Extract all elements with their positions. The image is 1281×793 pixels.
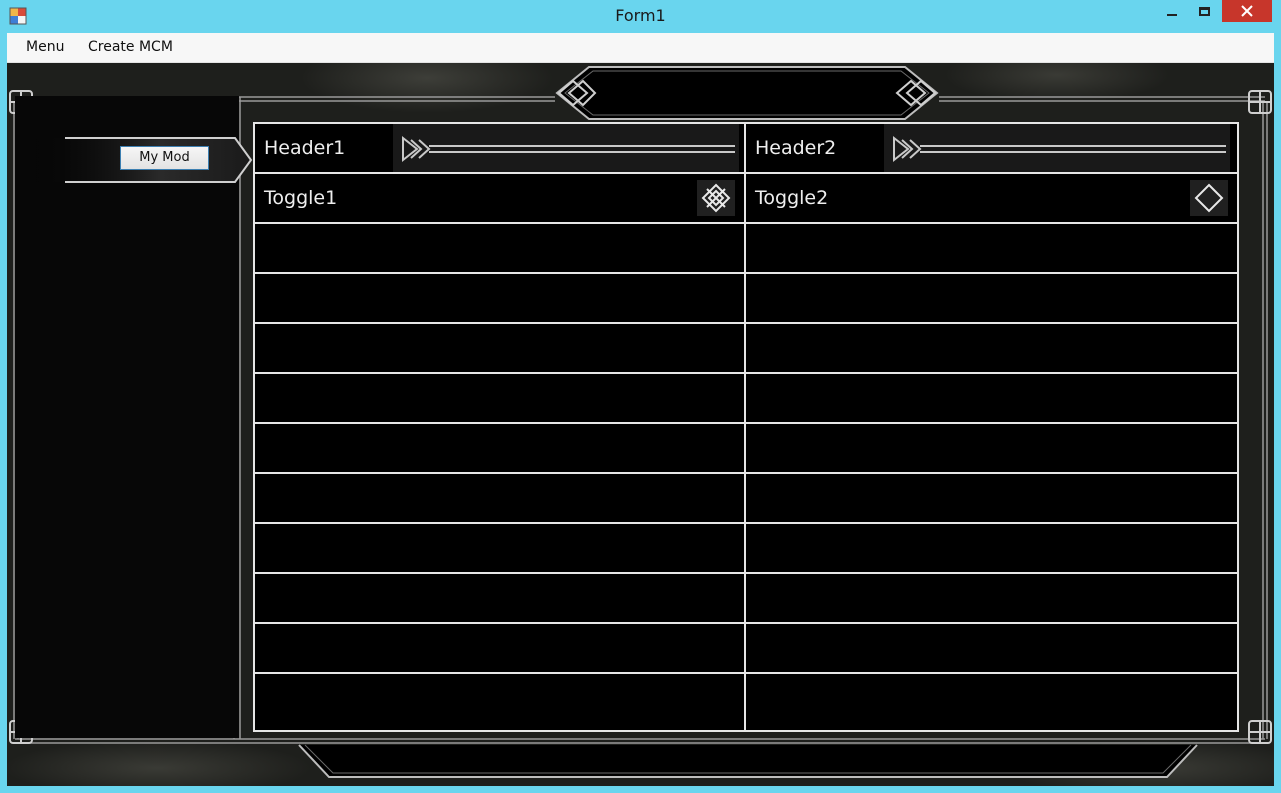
grid-row: Header1 Header2	[255, 124, 1237, 174]
client-area: My Mod Header1 Header2 Toggle1 Toggle2	[7, 63, 1274, 786]
grid-row	[255, 274, 1237, 324]
grid-cell-empty[interactable]	[746, 324, 1237, 372]
header1-label: Header1	[264, 137, 346, 159]
grid-cell-empty[interactable]	[746, 374, 1237, 422]
title-bar[interactable]: Form1	[0, 0, 1281, 32]
grid-cell-empty[interactable]	[255, 574, 746, 622]
mod-list-panel	[15, 96, 239, 738]
grid-cell-empty[interactable]	[255, 624, 746, 672]
grid-row	[255, 524, 1237, 574]
grid-row	[255, 474, 1237, 524]
header-knot-icon	[893, 135, 1226, 163]
application-window: Form1 Menu Create MCM My Mod Header1 Hea…	[0, 0, 1281, 793]
minimize-button[interactable]	[1156, 0, 1188, 22]
grid-row	[255, 374, 1237, 424]
maximize-button[interactable]	[1188, 0, 1220, 22]
menu-item-menu[interactable]: Menu	[16, 33, 74, 62]
window-title: Form1	[615, 6, 666, 25]
settings-grid: Header1 Header2 Toggle1 Toggle2	[253, 122, 1239, 732]
menu-bar: Menu Create MCM	[7, 33, 1274, 63]
toggle1-label: Toggle1	[264, 187, 338, 209]
toggle-unchecked-icon	[1194, 183, 1224, 213]
toggle2-checkbox[interactable]	[1190, 180, 1228, 216]
grid-cell-empty[interactable]	[255, 424, 746, 472]
header-divider	[393, 124, 739, 172]
minimize-icon	[1167, 14, 1177, 16]
maximize-icon	[1198, 6, 1210, 16]
grid-cell-empty[interactable]	[746, 524, 1237, 572]
menu-item-create-mcm[interactable]: Create MCM	[78, 33, 183, 62]
toggle1-checkbox[interactable]	[697, 180, 735, 216]
grid-cell-empty[interactable]	[746, 574, 1237, 622]
close-icon	[1241, 5, 1253, 17]
my-mod-button[interactable]: My Mod	[120, 146, 209, 170]
grid-cell-toggle1[interactable]: Toggle1	[255, 174, 746, 222]
grid-cell-empty[interactable]	[746, 674, 1237, 730]
close-button[interactable]	[1222, 0, 1272, 22]
grid-cell-empty[interactable]	[255, 274, 746, 322]
grid-row	[255, 424, 1237, 474]
toggle2-label: Toggle2	[755, 187, 829, 209]
grid-row	[255, 624, 1237, 674]
grid-cell-header2: Header2	[746, 124, 1237, 172]
grid-row	[255, 324, 1237, 374]
grid-cell-toggle2[interactable]: Toggle2	[746, 174, 1237, 222]
header2-label: Header2	[755, 137, 837, 159]
grid-cell-empty[interactable]	[746, 624, 1237, 672]
grid-cell-empty[interactable]	[255, 324, 746, 372]
grid-row	[255, 674, 1237, 730]
grid-cell-empty[interactable]	[255, 474, 746, 522]
grid-cell-empty[interactable]	[746, 224, 1237, 272]
header-divider	[884, 124, 1230, 172]
grid-row	[255, 224, 1237, 274]
grid-cell-empty[interactable]	[255, 374, 746, 422]
grid-cell-empty[interactable]	[746, 274, 1237, 322]
grid-cell-empty[interactable]	[746, 424, 1237, 472]
grid-row: Toggle1 Toggle2	[255, 174, 1237, 224]
toggle-checked-icon	[701, 183, 731, 213]
grid-cell-empty[interactable]	[255, 674, 746, 730]
header-knot-icon	[402, 135, 735, 163]
grid-cell-empty[interactable]	[255, 224, 746, 272]
grid-cell-empty[interactable]	[255, 524, 746, 572]
grid-cell-empty[interactable]	[746, 474, 1237, 522]
grid-row	[255, 574, 1237, 624]
grid-cell-header1: Header1	[255, 124, 746, 172]
